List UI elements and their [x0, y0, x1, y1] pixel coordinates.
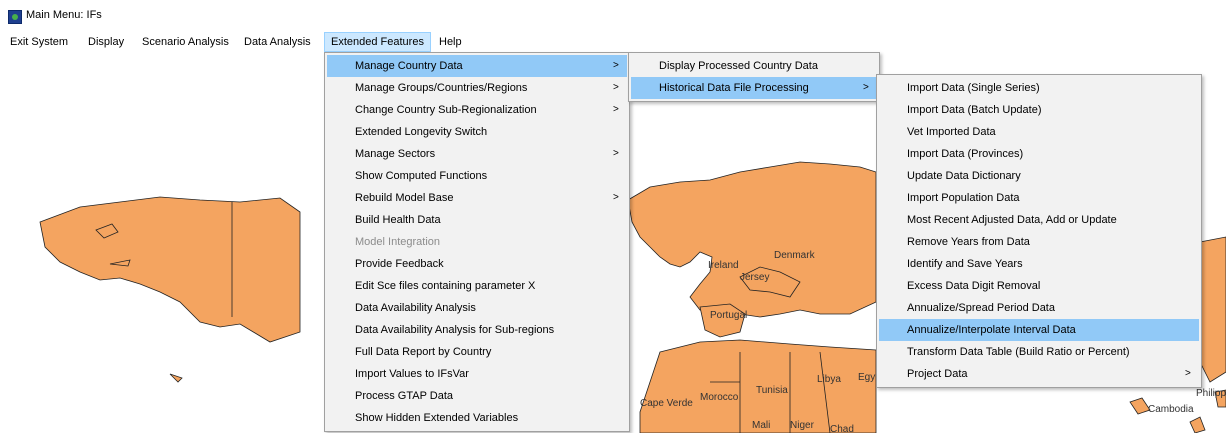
- menu-item-data-availability-subregions[interactable]: Data Availability Analysis for Sub-regio…: [327, 319, 627, 341]
- menu-data-analysis[interactable]: Data Analysis: [238, 32, 317, 52]
- menu-item-full-data-report[interactable]: Full Data Report by Country: [327, 341, 627, 363]
- menu-item-import-population[interactable]: Import Population Data: [879, 187, 1199, 209]
- map-label: Morocco: [700, 392, 739, 403]
- menu-display[interactable]: Display: [82, 32, 130, 52]
- menu-item-project-data[interactable]: Project Data >: [879, 363, 1199, 385]
- extended-features-menu: Manage Country Data > Manage Groups/Coun…: [324, 52, 630, 432]
- menu-item-edit-sce-files[interactable]: Edit Sce files containing parameter X: [327, 275, 627, 297]
- chevron-right-icon: >: [613, 82, 619, 93]
- map-label: Tunisia: [756, 385, 788, 396]
- menu-item-show-hidden-variables[interactable]: Show Hidden Extended Variables: [327, 407, 627, 429]
- menu-item-data-availability[interactable]: Data Availability Analysis: [327, 297, 627, 319]
- map-label: Niger: [790, 420, 814, 431]
- chevron-right-icon: >: [613, 192, 619, 203]
- menu-item-transform-data-table[interactable]: Transform Data Table (Build Ratio or Per…: [879, 341, 1199, 363]
- chevron-right-icon: >: [863, 82, 869, 93]
- historical-data-submenu: Import Data (Single Series) Import Data …: [876, 74, 1202, 388]
- menu-item-remove-years[interactable]: Remove Years from Data: [879, 231, 1199, 253]
- island-shape: [1189, 416, 1206, 433]
- chevron-right-icon: >: [613, 104, 619, 115]
- menu-item-manage-groups[interactable]: Manage Groups/Countries/Regions >: [327, 77, 627, 99]
- chevron-right-icon: >: [613, 148, 619, 159]
- menu-exit-system[interactable]: Exit System: [4, 32, 74, 52]
- island-shape: [1129, 397, 1151, 415]
- alaska-shape: [39, 196, 301, 343]
- menu-item-manage-country-data[interactable]: Manage Country Data >: [327, 55, 627, 77]
- menu-item-annualize-spread[interactable]: Annualize/Spread Period Data: [879, 297, 1199, 319]
- chevron-right-icon: >: [613, 60, 619, 71]
- menu-item-manage-sectors[interactable]: Manage Sectors >: [327, 143, 627, 165]
- menu-item-historical-data-processing[interactable]: Historical Data File Processing >: [631, 77, 877, 99]
- menu-item-vet-imported-data[interactable]: Vet Imported Data: [879, 121, 1199, 143]
- chevron-right-icon: >: [1185, 368, 1191, 379]
- menu-item-import-single-series[interactable]: Import Data (Single Series): [879, 77, 1199, 99]
- menu-item-import-provinces[interactable]: Import Data (Provinces): [879, 143, 1199, 165]
- island-shape: [169, 373, 183, 383]
- menu-item-update-dictionary[interactable]: Update Data Dictionary: [879, 165, 1199, 187]
- map-label: Denmark: [774, 250, 815, 261]
- map-label: Portugal: [710, 310, 748, 321]
- title-bar: Main Menu: IFs: [0, 0, 1226, 30]
- menu-item-provide-feedback[interactable]: Provide Feedback: [327, 253, 627, 275]
- menu-scenario-analysis[interactable]: Scenario Analysis: [136, 32, 235, 52]
- map-label: Cambodia: [1148, 404, 1194, 415]
- window-title: Main Menu: IFs: [26, 9, 102, 21]
- menu-item-rebuild-model-base[interactable]: Rebuild Model Base >: [327, 187, 627, 209]
- map-label: Philippines: [1196, 388, 1226, 399]
- menu-item-most-recent-adjusted[interactable]: Most Recent Adjusted Data, Add or Update: [879, 209, 1199, 231]
- menu-item-extended-longevity[interactable]: Extended Longevity Switch: [327, 121, 627, 143]
- map-label: Ireland: [708, 260, 739, 271]
- menu-item-show-computed-functions[interactable]: Show Computed Functions: [327, 165, 627, 187]
- country-data-submenu: Display Processed Country Data Historica…: [628, 52, 880, 102]
- map-label: Jersey: [740, 272, 770, 283]
- menu-help[interactable]: Help: [433, 32, 468, 52]
- map-label: Libya: [817, 374, 841, 385]
- menu-item-display-processed-data[interactable]: Display Processed Country Data: [631, 55, 877, 77]
- menu-item-import-values[interactable]: Import Values to IFsVar: [327, 363, 627, 385]
- menu-item-model-integration: Model Integration: [355, 236, 440, 248]
- map-label: Mali: [752, 420, 771, 431]
- menu-item-excess-digit-removal[interactable]: Excess Data Digit Removal: [879, 275, 1199, 297]
- map-label: Cape Verde: [640, 398, 693, 409]
- menu-extended-features[interactable]: Extended Features: [324, 32, 431, 52]
- map-label: Chad: [830, 424, 854, 433]
- menu-item-annualize-interpolate[interactable]: Annualize/Interpolate Interval Data: [879, 319, 1199, 341]
- menu-item-identify-save-years[interactable]: Identify and Save Years: [879, 253, 1199, 275]
- menu-item-import-batch-update[interactable]: Import Data (Batch Update): [879, 99, 1199, 121]
- app-icon: [8, 10, 22, 24]
- menu-item-change-subregionalization[interactable]: Change Country Sub-Regionalization >: [327, 99, 627, 121]
- europe-shape: [627, 161, 877, 318]
- menu-bar: Exit System Display Scenario Analysis Da…: [0, 32, 1226, 52]
- menu-item-process-gtap[interactable]: Process GTAP Data: [327, 385, 627, 407]
- menu-item-build-health-data[interactable]: Build Health Data: [327, 209, 627, 231]
